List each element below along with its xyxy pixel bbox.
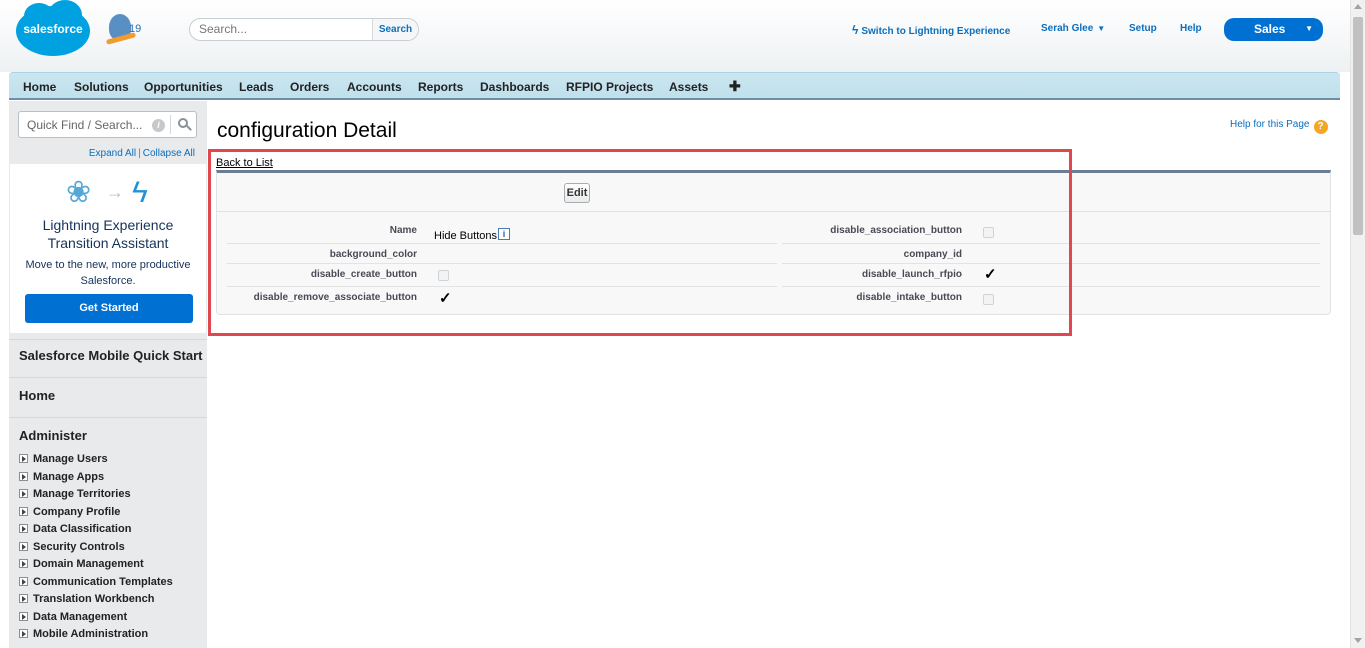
sidebar: i Expand All|Collapse All ❀ → ϟ Lightnin… [9, 101, 207, 648]
admin-item-label: Domain Management [33, 558, 144, 570]
help-for-this-page-label: Help for this Page [1230, 119, 1310, 130]
admin-item-label: Mobile Administration [33, 628, 149, 640]
app-menu-button[interactable]: Sales ▼ [1224, 18, 1323, 41]
mobile-quick-start-link[interactable]: Salesforce Mobile Quick Start [9, 339, 207, 375]
expand-icon[interactable] [19, 576, 28, 586]
admin-item-label: Communication Templates [33, 575, 173, 588]
admin-item-label: Company Profile [33, 505, 121, 518]
tab-accounts[interactable]: Accounts [347, 80, 402, 94]
user-menu[interactable]: Serah Glee ▼ [1041, 23, 1105, 34]
admin-item-translation-workbench[interactable]: Translation Workbench [19, 593, 207, 611]
transition-title-line: Transition Assistant [47, 235, 169, 251]
admin-item-label: Manage Apps [33, 470, 105, 483]
scrollbar-thumb[interactable] [1353, 17, 1363, 235]
quick-find: i [18, 111, 197, 138]
administer-list: Manage Users Manage Apps Manage Territor… [19, 453, 207, 646]
admin-item-mobile-administration[interactable]: Mobile Administration [19, 628, 207, 646]
global-header: salesforce 19 Search ϟSwitch to Lightnin… [0, 0, 1350, 72]
highlight-annotation-box [208, 149, 1072, 336]
chevron-down-icon: ▼ [1305, 24, 1313, 33]
admin-item-communication-templates[interactable]: Communication Templates [19, 576, 207, 594]
setup-link[interactable]: Setup [1129, 23, 1157, 34]
expand-icon[interactable] [19, 541, 28, 551]
expand-icon[interactable] [19, 594, 28, 603]
lightning-bolt-icon: ϟ [132, 176, 148, 209]
transition-assistant-title: Lightning Experience Transition Assistan… [10, 216, 206, 252]
lightning-bolt-icon: ϟ [852, 23, 859, 37]
switch-to-lightning-link[interactable]: ϟ Switch to Lightning Experience [852, 23, 1010, 37]
expand-all-link[interactable]: Expand All [89, 148, 136, 159]
tab-reports[interactable]: Reports [418, 80, 463, 94]
transition-icons: ❀ → ϟ [66, 176, 156, 209]
user-name: Serah Glee [1041, 23, 1094, 34]
admin-item-manage-territories[interactable]: Manage Territories [19, 488, 207, 506]
global-search-input[interactable] [199, 22, 367, 36]
admin-item-security-controls[interactable]: Security Controls [19, 541, 207, 559]
get-started-button[interactable]: Get Started [25, 294, 193, 323]
quick-find-input[interactable] [27, 118, 152, 132]
scroll-up-arrow-icon[interactable] [1354, 4, 1362, 9]
release-mascot-icon: 19 [103, 8, 141, 46]
expand-icon[interactable] [19, 629, 28, 638]
administer-heading: Administer [9, 417, 207, 447]
release-number: 19 [129, 23, 142, 35]
expand-icon[interactable] [19, 489, 28, 498]
admin-item-data-classification[interactable]: Data Classification [19, 523, 207, 541]
global-search-button[interactable]: Search [372, 19, 418, 40]
admin-item-domain-management[interactable]: Domain Management [19, 558, 207, 576]
tab-dashboards[interactable]: Dashboards [480, 80, 549, 94]
tab-rfpio-projects[interactable]: RFPIO Projects [566, 80, 653, 94]
expand-icon[interactable] [19, 506, 28, 516]
expand-icon[interactable] [19, 454, 28, 463]
arrow-right-icon: → [106, 182, 124, 202]
search-icon-handle [186, 125, 192, 131]
expand-icon[interactable] [19, 559, 28, 568]
admin-item-label: Security Controls [33, 540, 125, 553]
transition-title-line: Lightning Experience [42, 217, 174, 233]
help-icon: ? [1313, 120, 1328, 134]
page-scrollbar[interactable] [1350, 0, 1365, 648]
expand-icon[interactable] [19, 524, 28, 533]
classic-flower-icon: ❀ [66, 176, 92, 209]
switch-to-lightning-label: Switch to Lightning Experience [861, 26, 1011, 37]
admin-item-label: Manage Users [33, 453, 108, 465]
admin-item-manage-users[interactable]: Manage Users [19, 453, 207, 471]
tab-assets[interactable]: Assets [669, 80, 708, 94]
collapse-all-link[interactable]: Collapse All [143, 148, 195, 159]
tab-leads[interactable]: Leads [239, 80, 274, 94]
admin-item-label: Data Classification [33, 523, 132, 535]
help-for-this-page-link[interactable]: Help for this Page? [1230, 119, 1328, 134]
help-link[interactable]: Help [1180, 23, 1202, 34]
admin-item-label: Data Management [33, 610, 128, 623]
separator: | [138, 148, 141, 159]
expand-collapse-links: Expand All | Collapse All [89, 148, 195, 159]
tab-home[interactable]: Home [23, 80, 56, 94]
lightning-transition-card: ❀ → ϟ Lightning Experience Transition As… [10, 164, 206, 333]
scroll-down-arrow-icon[interactable] [1354, 638, 1362, 643]
info-icon[interactable]: i [152, 119, 165, 132]
tab-orders[interactable]: Orders [290, 80, 329, 94]
admin-item-label: Translation Workbench [33, 593, 155, 605]
setup-home-link[interactable]: Home [9, 377, 207, 415]
search-icon[interactable] [170, 115, 195, 134]
admin-item-label: Manage Territories [33, 488, 131, 500]
transition-assistant-subtitle: Move to the new, more productive Salesfo… [25, 259, 191, 287]
chevron-down-icon: ▼ [1097, 24, 1106, 33]
tab-opportunities[interactable]: Opportunities [144, 80, 223, 94]
expand-icon[interactable] [19, 611, 28, 621]
global-search: Search [189, 18, 419, 41]
admin-item-manage-apps[interactable]: Manage Apps [19, 471, 207, 489]
logo-text: salesforce [23, 22, 83, 36]
page-title: configuration Detail [217, 119, 397, 142]
expand-icon[interactable] [19, 471, 28, 481]
all-tabs-plus-icon[interactable]: ✚ [729, 78, 741, 95]
salesforce-logo[interactable]: salesforce [16, 0, 90, 56]
app-menu-label: Sales [1254, 22, 1286, 36]
admin-item-data-management[interactable]: Data Management [19, 611, 207, 629]
tab-bar: Home Solutions Opportunities Leads Order… [9, 72, 1340, 100]
admin-item-company-profile[interactable]: Company Profile [19, 506, 207, 524]
tab-solutions[interactable]: Solutions [74, 80, 129, 94]
